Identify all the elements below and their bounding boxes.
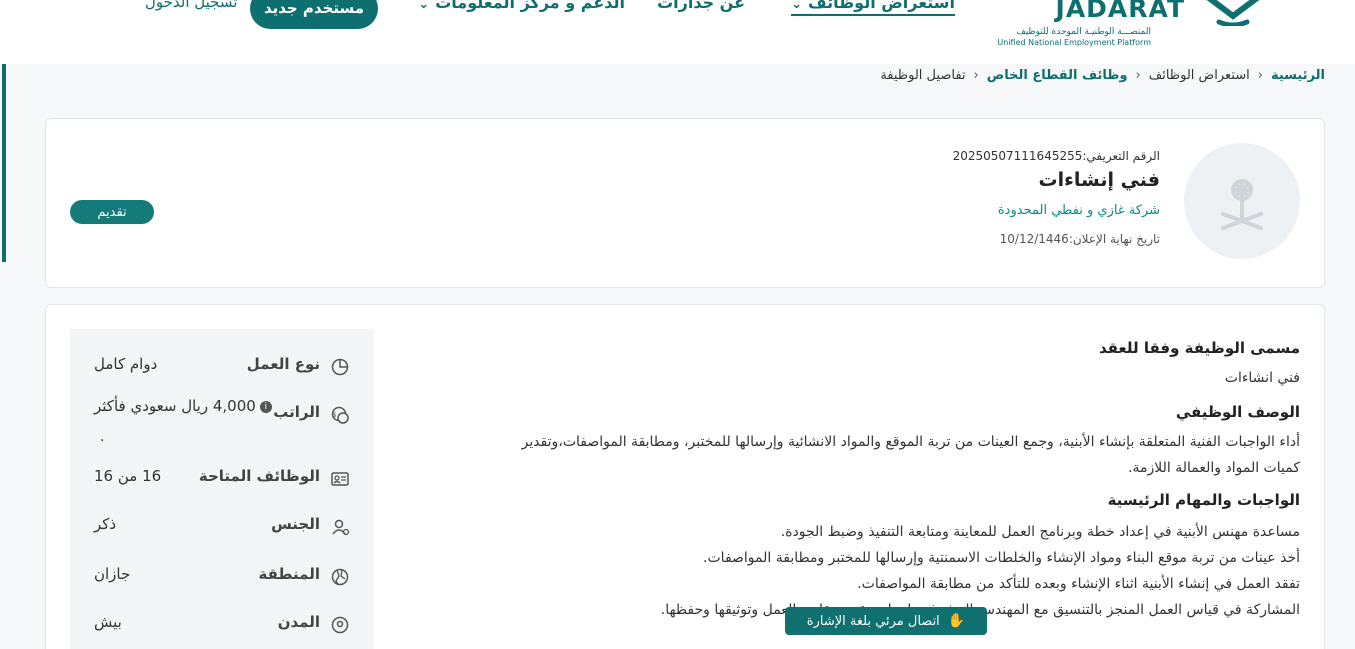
info-value: 16 من 16 (94, 467, 162, 485)
apply-button[interactable]: تقديم (70, 200, 154, 224)
breadcrumb-separator: ‹ (1257, 68, 1263, 83)
site-header: JADARAT المنصـــة الوطنيـة الموحدة للتوظ… (0, 0, 1355, 64)
logo-subtitle-en: Unified National Employment Platform (997, 38, 1151, 47)
company-logo (1184, 143, 1300, 259)
info-label: المنطقة (258, 565, 320, 583)
job-header-card: الرقم التعريفي:20250507111645255 فني إنش… (45, 118, 1325, 288)
breadcrumb-private-sector[interactable]: وظائف القطاع الخاص (987, 68, 1128, 83)
hand-icon: ✋ (947, 613, 966, 629)
breadcrumb-separator: ‹ (1135, 68, 1141, 83)
nav-label: استعراض الوظائف (808, 0, 955, 12)
logo-subtitle-ar: المنصـــة الوطنيـة الموحدة للتوظيف (1016, 27, 1151, 37)
jadarat-logo[interactable]: JADARAT المنصـــة الوطنيـة الموحدة للتوظ… (997, 0, 1260, 52)
info-value: بيش (94, 613, 122, 631)
info-label: نوع العمل (246, 355, 320, 373)
emblem-placeholder-icon (1221, 179, 1263, 230)
section-body: أداء الواجبات الفنية المتعلقة بإنشاء الأ… (420, 429, 1300, 481)
info-row-work-type: نوع العمل دوام كامل (70, 355, 374, 379)
register-button[interactable]: مستخدم جديد (250, 0, 378, 29)
chevron-down-icon: ⌄ (418, 0, 430, 12)
info-circle-icon[interactable]: i (259, 401, 272, 413)
chevron-down-icon: ⌄ (791, 0, 803, 12)
location-pin-icon (331, 616, 349, 634)
section-line: كميات المواد والعمالة اللازمة. (1128, 460, 1300, 476)
breadcrumb-separator: ‹ (973, 68, 979, 83)
sign-language-label: اتصال مرئي بلغة الإشارة (806, 613, 940, 629)
job-title: فني إنشاءات (1038, 169, 1160, 191)
id-card-icon (331, 472, 349, 486)
job-id: الرقم التعريفي:20250507111645255 (952, 149, 1160, 163)
section-line: أخذ عينات من تربة موقع البناء ومواد الإن… (703, 550, 1300, 566)
nav-support[interactable]: الدعم و مركز المعلومات ⌄ (418, 0, 625, 12)
logo-mark-icon (1206, 0, 1260, 26)
nav-label: الدعم و مركز المعلومات (435, 0, 625, 12)
sign-language-call-button[interactable]: ✋ اتصال مرئي بلغة الإشارة (785, 607, 987, 635)
breadcrumb: الرئيسية ‹ استعراض الوظائف ‹ وظائف القطاع ال… (880, 68, 1325, 83)
section-line: مساعدة مهنس الأبنية في إعداد خطة وبرنامج… (780, 524, 1300, 540)
info-value: دوام كامل (94, 355, 158, 373)
info-row-region: المنطقة جازان (70, 565, 374, 589)
breadcrumb-browse-jobs[interactable]: استعراض الوظائف (1149, 68, 1250, 83)
svg-text:$: $ (332, 411, 336, 419)
pie-chart-icon (331, 358, 349, 376)
info-value: ذكر (94, 515, 117, 533)
nav-label: عن جدارات (657, 0, 745, 12)
info-row-salary: $ الراتب i4,000 ريال سعودي فأكثر . (70, 397, 374, 445)
job-deadline: تاريخ نهاية الإعلان:10/12/1446 (999, 232, 1160, 246)
section-title: الوصف الوظيفي (1175, 403, 1300, 421)
section-title: الواجبات والمهام الرئيسية (1107, 491, 1300, 509)
info-row-gender: الجنس ذكر (70, 515, 374, 539)
money-icon: $ (331, 406, 349, 424)
info-label: الوظائف المتاحة (198, 467, 320, 485)
info-row-vacancies: الوظائف المتاحة 16 من 16 (70, 467, 374, 491)
nav-about[interactable]: عن جدارات (657, 0, 745, 12)
page-accent-bar (2, 40, 6, 262)
login-link[interactable]: تسجيل الدخول (145, 0, 237, 11)
job-info-panel: نوع العمل دوام كامل $ الراتب i4,000 ريال… (70, 329, 374, 649)
info-label: الراتب (273, 403, 320, 421)
company-name-link[interactable]: شركة غازي و نفطي المحدودة (998, 203, 1160, 218)
gender-icon (332, 519, 350, 536)
nav-browse-jobs[interactable]: استعراض الوظائف ⌄ (791, 0, 955, 16)
logo-wordmark: JADARAT (1055, 0, 1185, 23)
info-label: الجنس (271, 515, 320, 533)
info-row-cities: المدن بيش (70, 613, 374, 637)
info-value: 4,000 ريال سعودي فأكثر (94, 397, 256, 415)
section-line: تفقد العمل في إنشاء الأبنية اثناء الإنشا… (857, 576, 1300, 592)
info-value: جازان (94, 565, 131, 583)
section-body: فني انشاءات (420, 365, 1300, 391)
section-title: مسمى الوظيفة وفقا للعقد (1098, 339, 1300, 357)
section-line: أداء الواجبات الفنية المتعلقة بإنشاء الأ… (521, 434, 1300, 450)
breadcrumb-home[interactable]: الرئيسية (1271, 68, 1325, 83)
map-icon (331, 568, 349, 586)
salary-extra: . (100, 429, 105, 445)
job-details-card: مسمى الوظيفة وفقا للعقد فني انشاءات الوص… (45, 304, 1325, 649)
info-value-wrap: i4,000 ريال سعودي فأكثر (94, 397, 272, 415)
breadcrumb-current: تفاصيل الوظيفة (880, 68, 966, 83)
section-line: فني انشاءات (1224, 370, 1300, 386)
info-label: المدن (277, 613, 320, 631)
